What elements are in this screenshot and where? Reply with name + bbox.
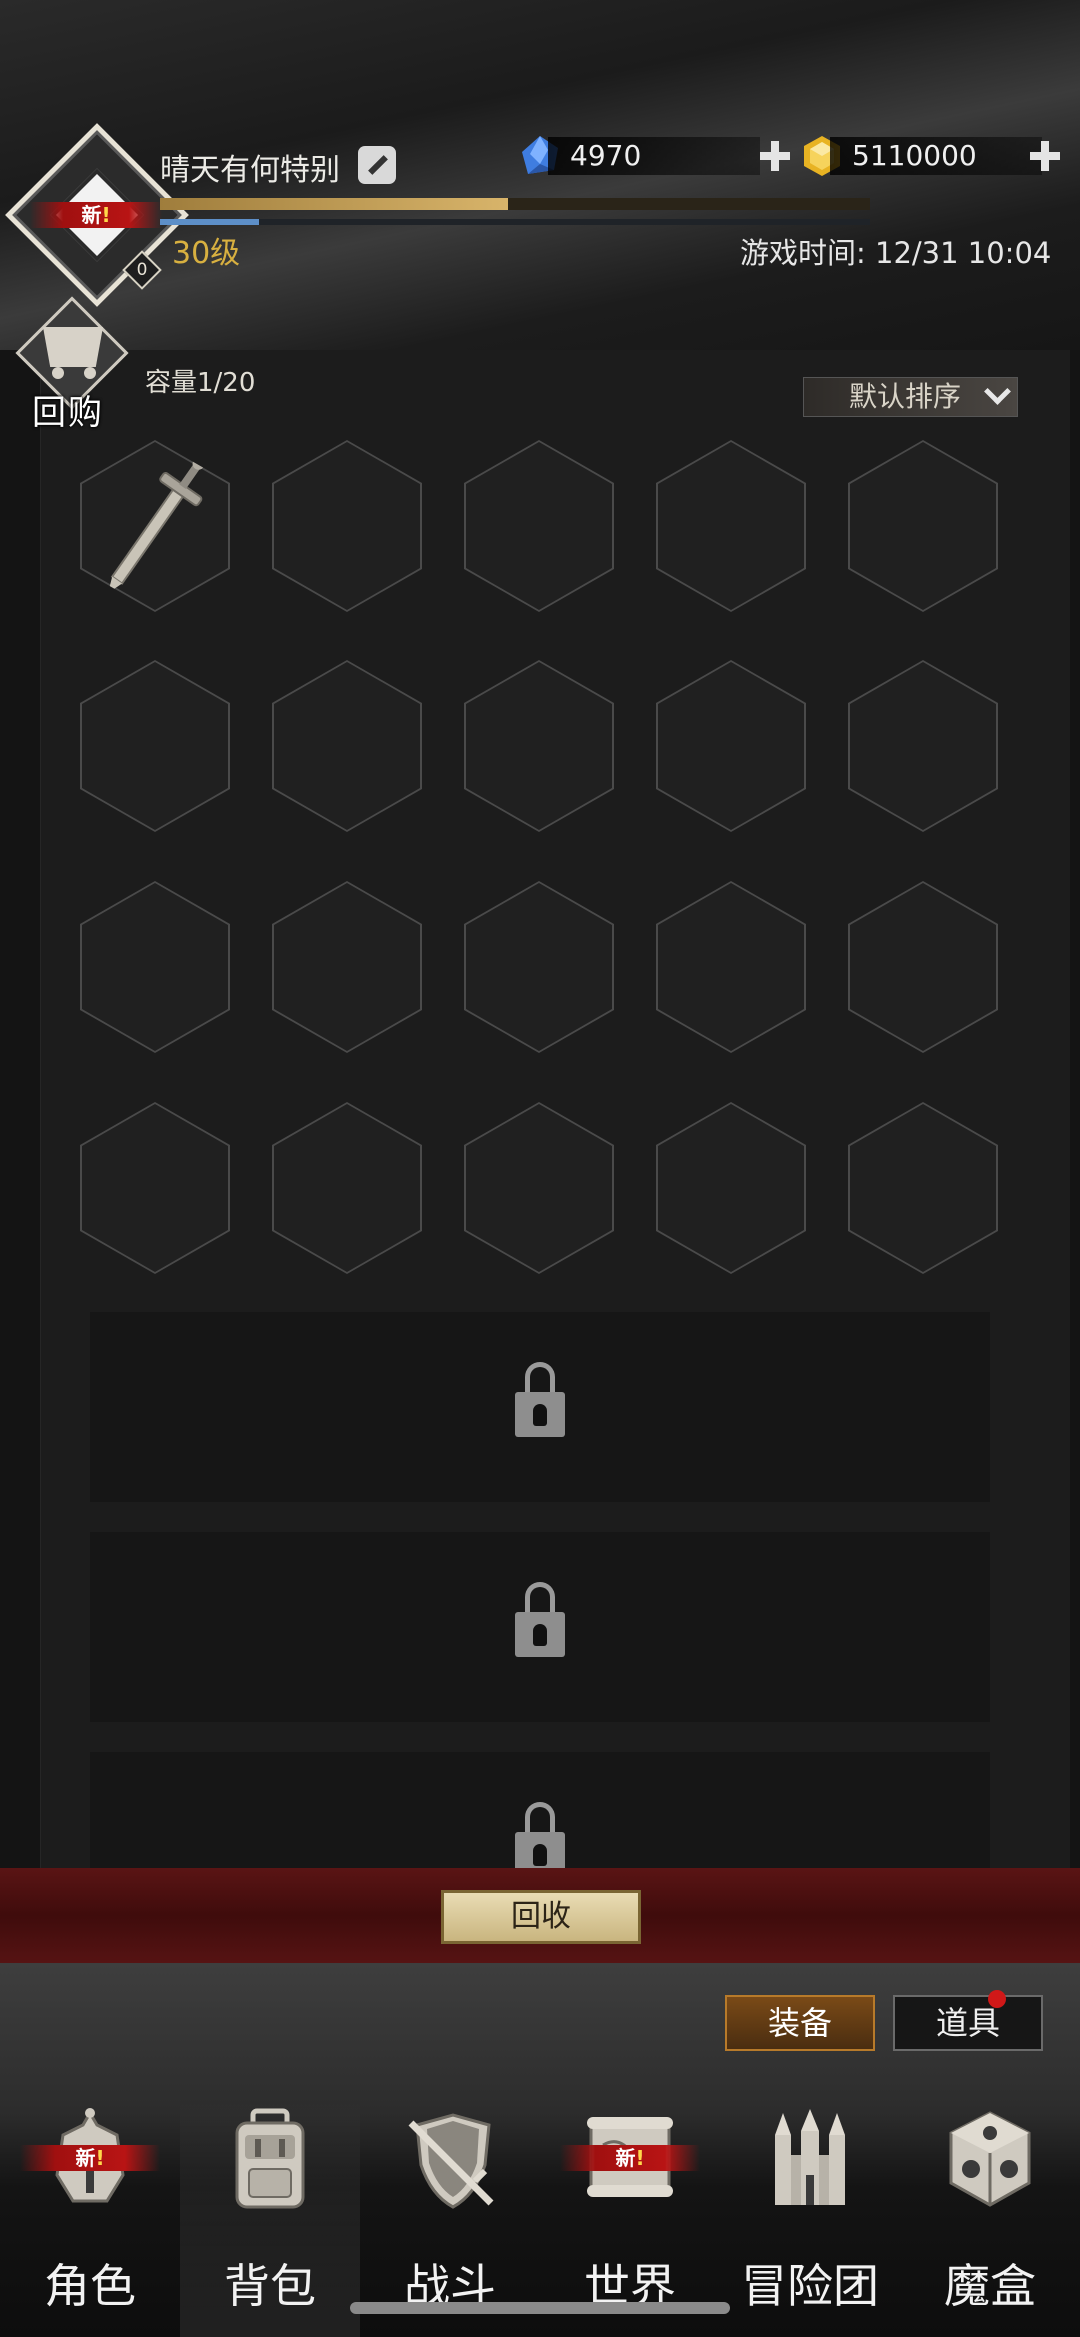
cart-wheel-icon [52, 367, 64, 379]
edit-name-icon[interactable] [358, 146, 396, 184]
new-ribbon-text: 新 [615, 2146, 636, 2170]
recycle-button[interactable]: 回收 [441, 1890, 641, 1944]
chevron-down-icon [984, 382, 1010, 408]
lock-icon [515, 1362, 565, 1442]
lock-icon [515, 1582, 565, 1662]
avatar-new-ribbon: 新! [30, 202, 162, 228]
new-ribbon-text: 新 [81, 203, 102, 227]
nav-new-ribbon: 新! [20, 2145, 160, 2171]
diamond-amount: 4970 [548, 137, 760, 175]
tab-items[interactable]: 道具 [893, 1995, 1043, 2051]
locked-slot-row[interactable] [90, 1532, 990, 1722]
mp-bar [160, 219, 870, 225]
notification-dot [988, 1990, 1006, 2008]
player-name: 晴天有何特别 [160, 153, 340, 188]
cart-wheel-icon [84, 367, 96, 379]
inventory-capacity: 容量1/20 [145, 368, 256, 398]
nav-label: 角色 [44, 2259, 136, 2313]
buyback-label: 回购 [32, 393, 104, 433]
add-diamond-plus-icon[interactable] [758, 139, 792, 173]
exp-bar [160, 198, 870, 210]
tab-equipment[interactable]: 装备 [725, 1995, 875, 2051]
player-level: 30级 [172, 236, 241, 271]
gold-counter: 5110000 [800, 136, 1070, 177]
nav-label: 魔盒 [944, 2259, 1036, 2313]
nav-role[interactable]: 新! 角色 [0, 2100, 180, 2337]
locked-slot-row[interactable] [90, 1752, 990, 1877]
nav-new-ribbon: 新! [560, 2145, 700, 2171]
nav-guild[interactable]: 冒险团 [720, 2100, 900, 2337]
cart-icon [43, 327, 103, 367]
sort-dropdown-label: 默认排序 [849, 380, 962, 413]
game-time: 游戏时间: 12/31 10:04 [740, 236, 1052, 270]
nav-label: 冒险团 [741, 2259, 879, 2313]
nav-magicbox[interactable]: 魔盒 [900, 2100, 1080, 2337]
home-indicator[interactable] [350, 2302, 730, 2314]
backpack-icon [235, 2108, 305, 2209]
castle-icon [775, 2109, 845, 2205]
new-ribbon-text: 新 [75, 2146, 96, 2170]
magic-cube-icon [949, 2111, 1031, 2207]
add-gold-plus-icon[interactable] [1028, 139, 1062, 173]
sort-dropdown[interactable]: 默认排序 [803, 377, 1018, 417]
gold-amount: 5110000 [830, 137, 1042, 175]
buyback-button[interactable]: 回购 [15, 296, 129, 433]
exp-bar-fill [160, 198, 508, 210]
diamond-counter: 4970 [518, 136, 790, 177]
shield-sword-icon [408, 2113, 494, 2209]
nav-label: 背包 [224, 2259, 316, 2313]
mp-bar-fill [160, 219, 260, 225]
locked-slot-row[interactable] [90, 1312, 990, 1502]
nav-bag[interactable]: 背包 [180, 2100, 360, 2337]
avatar-badge-count: 0 [136, 260, 148, 280]
